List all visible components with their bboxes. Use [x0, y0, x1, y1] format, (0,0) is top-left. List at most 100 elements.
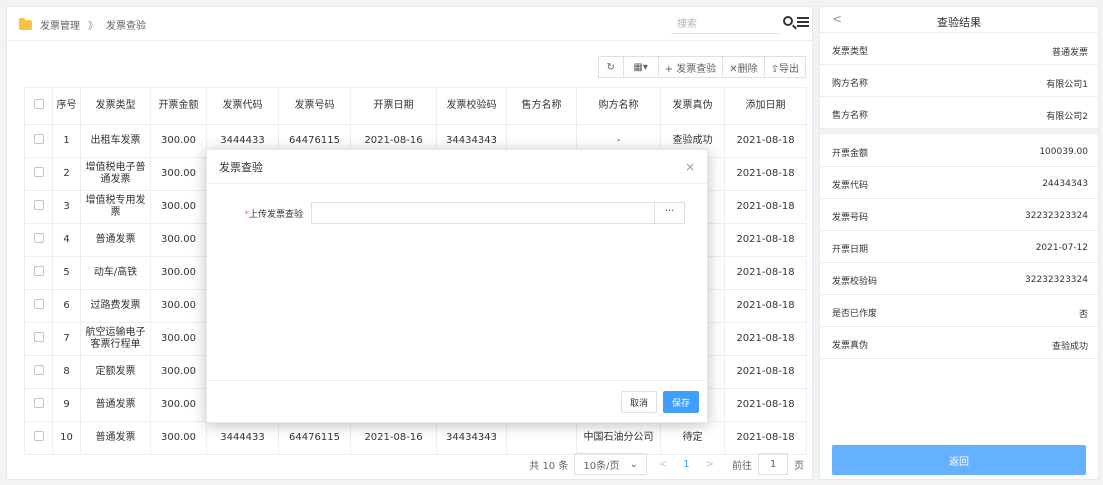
table-cell: 300.00 — [150, 289, 207, 323]
return-button[interactable]: 返回 — [832, 445, 1086, 475]
row-select-cell — [24, 355, 53, 389]
row-checkbox[interactable] — [33, 332, 44, 342]
table-cell: 普通发票 — [80, 421, 151, 455]
select-all-checkbox[interactable] — [33, 99, 44, 109]
row-checkbox[interactable] — [33, 431, 44, 441]
cancel-button[interactable]: 取消 — [621, 391, 657, 413]
row-select-cell — [24, 256, 53, 290]
table-cell: 7 — [52, 322, 81, 356]
result-row: 发票代码 24434343 — [820, 167, 1098, 199]
column-header[interactable]: 售方名称 — [506, 87, 577, 125]
table-cell: 300.00 — [150, 421, 207, 455]
result-row: 发票校验码 32232323324 — [820, 263, 1098, 295]
row-checkbox[interactable] — [33, 167, 44, 177]
result-key: 发票真伪 — [832, 341, 869, 351]
result-row: 发票号码 32232323324 — [820, 199, 1098, 231]
column-header[interactable]: 开票金额 — [150, 87, 207, 125]
table-cell: 300.00 — [150, 322, 207, 356]
row-select-cell — [24, 223, 53, 257]
search-input[interactable]: 搜索 — [671, 12, 779, 34]
table-cell: 300.00 — [150, 256, 207, 290]
result-row: 是否已作废 否 — [820, 295, 1098, 327]
table-cell: 9 — [52, 388, 81, 422]
result-key: 发票类型 — [832, 47, 869, 57]
result-key: 售方名称 — [832, 111, 869, 121]
column-header[interactable]: 发票类型 — [80, 87, 151, 125]
result-value: 查验成功 — [1051, 342, 1088, 352]
table-cell: 普通发票 — [80, 223, 151, 257]
row-select-cell — [24, 388, 53, 422]
table-cell — [506, 421, 577, 455]
next-page-button[interactable]: > — [706, 459, 714, 470]
table-cell: 2021-08-18 — [724, 223, 807, 257]
breadcrumb-root[interactable]: 发票管理 — [40, 17, 80, 32]
page-size-select[interactable]: 10条/页 ⌄ — [574, 453, 647, 475]
table-cell: 增值税专用发票 — [80, 190, 151, 224]
close-icon[interactable]: × — [685, 160, 695, 174]
table-cell: 2021-08-16 — [350, 421, 437, 455]
chevron-down-icon: ⌄ — [629, 458, 638, 470]
column-header[interactable]: 开票日期 — [350, 87, 437, 125]
table-cell: 待定 — [660, 421, 725, 455]
prev-page-button[interactable]: < — [659, 459, 667, 470]
result-row: 售方名称 有限公司2 — [820, 97, 1098, 129]
table-cell: 增值税电子普通发票 — [80, 157, 151, 191]
result-key: 发票代码 — [832, 181, 869, 191]
table-cell: 300.00 — [150, 124, 207, 158]
export-button[interactable]: ⇪导出 — [763, 56, 806, 78]
result-key: 购方名称 — [832, 79, 869, 89]
page-unit-label: 页 — [794, 460, 804, 472]
save-button[interactable]: 保存 — [663, 391, 699, 413]
browse-button[interactable]: ··· — [654, 203, 684, 223]
table-cell: 出租车发票 — [80, 124, 151, 158]
table-cell: 2 — [52, 157, 81, 191]
table-cell: 4 — [52, 223, 81, 257]
total-count: 共 10 条 — [529, 460, 569, 472]
table-cell: 2021-08-18 — [724, 355, 807, 389]
result-key: 是否已作废 — [832, 309, 878, 319]
goto-page-input[interactable]: 1 — [758, 453, 788, 475]
table-cell: 300.00 — [150, 223, 207, 257]
row-checkbox[interactable] — [33, 134, 44, 144]
table-cell: 2021-08-18 — [724, 322, 807, 356]
table-cell: 2021-08-18 — [724, 256, 807, 290]
current-page-number[interactable]: 1 — [683, 459, 689, 470]
result-value: 有限公司2 — [1046, 112, 1088, 122]
column-toggle-button[interactable]: ▦▾ — [622, 56, 659, 78]
table-cell: 2021-08-18 — [724, 289, 807, 323]
result-header: < 查验结果 — [820, 7, 1098, 33]
column-header[interactable]: 发票校验码 — [436, 87, 507, 125]
row-checkbox[interactable] — [33, 398, 44, 408]
column-header[interactable]: 发票代码 — [206, 87, 279, 125]
row-checkbox[interactable] — [33, 266, 44, 276]
column-header[interactable]: 发票号码 — [278, 87, 351, 125]
menu-icon[interactable] — [797, 17, 809, 27]
column-header[interactable]: 发票真伪 — [660, 87, 725, 125]
column-header[interactable]: 购方名称 — [576, 87, 661, 125]
result-value: 2021-07-12 — [1035, 243, 1088, 253]
result-value: 有限公司1 — [1046, 80, 1088, 90]
delete-button[interactable]: ✕删除 — [722, 56, 765, 78]
row-checkbox[interactable] — [33, 299, 44, 309]
table-cell: 5 — [52, 256, 81, 290]
search-icon[interactable] — [783, 16, 793, 26]
dialog-header: 发票查验 — [207, 150, 707, 184]
refresh-button[interactable]: ↻ — [597, 56, 624, 78]
check-invoice-button[interactable]: + 发票查验 — [657, 56, 724, 78]
table-cell: 10 — [52, 421, 81, 455]
row-checkbox[interactable] — [33, 200, 44, 210]
table-row[interactable]: 10 普通发票 300.00 3444433 64476115 2021-08-16 344… — [24, 421, 807, 455]
result-key: 开票金额 — [832, 149, 869, 159]
result-key: 发票号码 — [832, 213, 869, 223]
column-header[interactable]: 添加日期 — [724, 87, 807, 125]
row-select-cell — [24, 322, 53, 356]
table-cell: 中国石油分公司 — [576, 421, 661, 455]
column-header[interactable]: 序号 — [52, 87, 81, 125]
upload-input[interactable]: ··· — [311, 202, 685, 224]
row-select-cell — [24, 124, 53, 158]
row-select-cell — [24, 421, 53, 455]
row-checkbox[interactable] — [33, 365, 44, 375]
dialog-title: 发票查验 — [219, 160, 263, 174]
row-checkbox[interactable] — [33, 233, 44, 243]
breadcrumb-separator: 》 — [88, 21, 98, 32]
